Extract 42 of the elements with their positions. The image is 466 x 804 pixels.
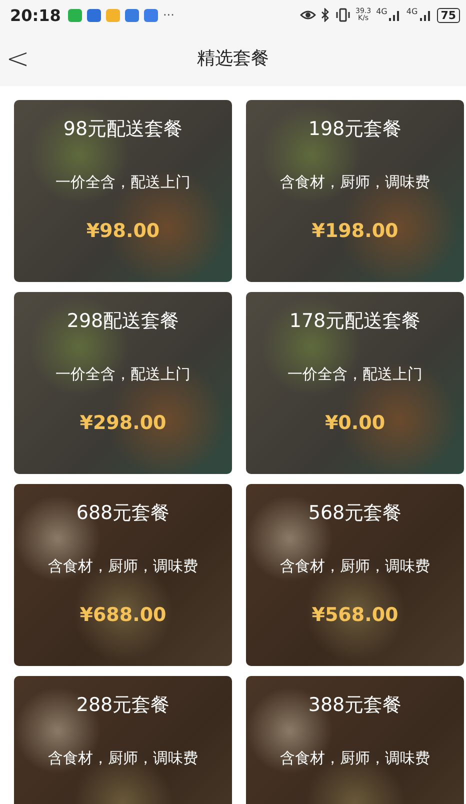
signal-icon xyxy=(388,9,402,21)
package-title: 178元配送套餐 xyxy=(289,309,421,334)
package-title: 288元套餐 xyxy=(76,693,170,718)
package-card[interactable]: 98元配送套餐 一价全含，配送上门 ¥98.00 xyxy=(14,100,232,282)
package-description: 含食材，厨师，调味费 xyxy=(48,749,198,768)
network-type: 4G xyxy=(376,7,388,16)
page-title: 精选套餐 xyxy=(197,47,269,70)
package-description: 含食材，厨师，调味费 xyxy=(48,557,198,576)
package-card[interactable]: 298配送套餐 一价全含，配送上门 ¥298.00 xyxy=(14,292,232,474)
vibrate-icon xyxy=(334,8,350,22)
more-notifications: ··· xyxy=(162,8,174,22)
package-card[interactable]: 688元套餐 含食材，厨师，调味费 ¥688.00 xyxy=(14,484,232,666)
package-description: 一价全含，配送上门 xyxy=(56,173,190,192)
bluetooth-icon xyxy=(320,8,330,22)
package-title: 198元套餐 xyxy=(308,117,402,142)
package-description: 一价全含，配送上门 xyxy=(56,365,190,384)
battery-icon: 75 xyxy=(436,8,460,22)
eye-icon xyxy=(300,8,316,22)
package-title: 688元套餐 xyxy=(76,501,170,526)
package-price: ¥198.00 xyxy=(312,220,398,242)
package-price: ¥0.00 xyxy=(324,412,386,434)
back-button[interactable]: < xyxy=(0,42,30,74)
package-price: ¥568.00 xyxy=(312,604,398,626)
package-card[interactable]: 178元配送套餐 一价全含，配送上门 ¥0.00 xyxy=(246,292,464,474)
package-card[interactable]: 568元套餐 含食材，厨师，调味费 ¥568.00 xyxy=(246,484,464,666)
package-title: 388元套餐 xyxy=(308,693,402,718)
status-time: 20:18 xyxy=(10,6,61,24)
package-description: 含食材，厨师，调味费 xyxy=(280,557,430,576)
package-card[interactable]: 288元套餐 含食材，厨师，调味费 xyxy=(14,676,232,804)
package-card[interactable]: 198元套餐 含食材，厨师，调味费 ¥198.00 xyxy=(246,100,464,282)
signal-icon xyxy=(418,9,432,21)
package-price: ¥98.00 xyxy=(86,220,160,242)
package-title: 98元配送套餐 xyxy=(63,117,183,142)
package-description: 含食材，厨师，调味费 xyxy=(280,749,430,768)
network-type: 4G xyxy=(406,7,418,16)
package-price: ¥688.00 xyxy=(80,604,166,626)
package-title: 568元套餐 xyxy=(308,501,402,526)
package-description: 含食材，厨师，调味费 xyxy=(280,173,430,192)
package-price: ¥298.00 xyxy=(80,412,166,434)
package-title: 298配送套餐 xyxy=(66,309,180,334)
package-description: 一价全含，配送上门 xyxy=(288,365,422,384)
package-card[interactable]: 388元套餐 含食材，厨师，调味费 xyxy=(246,676,464,804)
